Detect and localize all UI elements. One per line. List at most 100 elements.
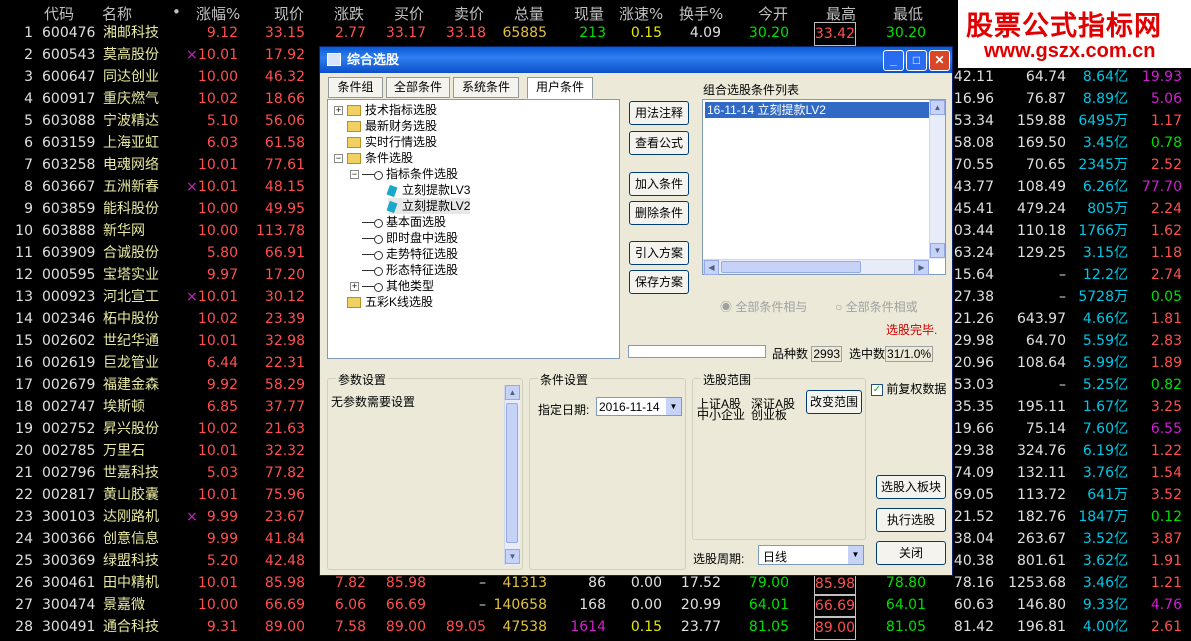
column-header[interactable]: 换手% (679, 3, 723, 24)
cell-price: 77.82 (264, 465, 305, 481)
tree-node-technical[interactable]: 技术指标选股 (347, 102, 437, 118)
list-item[interactable]: 16-11-14 立刻提款LV2 (705, 102, 929, 118)
column-header[interactable]: • (172, 3, 181, 21)
maximize-icon[interactable]: □ (906, 50, 927, 71)
scroll-down-icon[interactable]: ▼ (505, 549, 520, 564)
tree-node-realtime[interactable]: 实时行情选股 (347, 134, 437, 150)
cell-c13: 16.96 (953, 91, 994, 107)
cell-c15: 5.25亿 (1082, 377, 1128, 393)
cell-price: 56.06 (264, 113, 305, 129)
column-header[interactable]: 卖价 (454, 3, 484, 24)
column-header[interactable]: 买价 (394, 3, 424, 24)
cell-c15: 9.33亿 (1082, 597, 1128, 613)
tree-node-indicator-condition[interactable]: 指标条件选股 (362, 166, 458, 182)
dialog-titlebar[interactable]: 综合选股 _ □ ✕ (320, 47, 952, 73)
column-header[interactable]: 代码 (44, 3, 74, 24)
chevron-down-icon[interactable]: ▼ (848, 546, 863, 564)
column-header[interactable]: 最高 (826, 3, 856, 24)
cell-c13: 69.05 (953, 487, 994, 503)
cell-pct: 10.00 (197, 223, 238, 239)
tab-system-conditions[interactable]: 系统条件 (453, 77, 519, 98)
list-vscrollbar[interactable]: ▲ ▼ (929, 100, 945, 259)
column-header[interactable]: 涨跌 (334, 3, 364, 24)
column-header[interactable]: 现量 (574, 3, 604, 24)
node-icon (362, 282, 384, 292)
list-hscrollbar[interactable]: ◀ ▶ (703, 259, 929, 275)
tree-node-condition[interactable]: 条件选股 (347, 150, 413, 166)
condition-list[interactable]: 16-11-14 立刻提款LV2 ▲ ▼ ◀ ▶ (702, 99, 946, 275)
tree-node-trend[interactable]: 走势特征选股 (362, 246, 458, 262)
scroll-down-icon[interactable]: ▼ (930, 243, 945, 258)
cell-c13: 35.35 (953, 399, 994, 415)
tree-node-pattern[interactable]: 形态特征选股 (362, 262, 458, 278)
tab-all-conditions[interactable]: 全部条件 (386, 77, 450, 98)
column-header[interactable]: 名称 (102, 3, 132, 24)
column-header[interactable]: 今开 (758, 3, 788, 24)
add-condition-button[interactable]: 加入条件 (629, 172, 689, 196)
cell-name: 福建金森 (103, 377, 159, 393)
collapse-icon[interactable]: − (334, 154, 343, 163)
delete-condition-button[interactable]: 删除条件 (629, 201, 689, 225)
column-header[interactable]: 现价 (274, 3, 304, 24)
scroll-right-icon[interactable]: ▶ (914, 260, 929, 275)
scroll-up-icon[interactable]: ▲ (505, 385, 520, 400)
cell-name: 绿盟科技 (103, 553, 159, 569)
expand-icon[interactable]: + (334, 106, 343, 115)
condition-tree[interactable]: + 技术指标选股 最新财务选股 实时行情选股 − 条件选股 − 指标条件选股 立… (327, 99, 620, 359)
tree-node-kline[interactable]: 五彩K线选股 (347, 294, 433, 310)
save-plan-button[interactable]: 保存方案 (629, 270, 689, 294)
tree-node-intraday[interactable]: 即时盘中选股 (362, 230, 458, 246)
column-header[interactable]: 最低 (893, 3, 923, 24)
tab-user-conditions[interactable]: 用户条件 (527, 77, 593, 99)
date-picker[interactable]: 2016-11-14 ▼ (596, 397, 682, 416)
scroll-thumb[interactable] (506, 403, 518, 543)
scroll-thumb[interactable] (721, 261, 861, 273)
cell-low: 30.20 (885, 25, 926, 41)
cell-c16: 1.18 (1150, 245, 1182, 261)
table-row[interactable]: 28 300491 通合科技 9.31 89.00 7.58 89.00 89.05 47538… (0, 616, 1191, 640)
scroll-left-icon[interactable]: ◀ (704, 260, 719, 275)
cell-c15: 3.45亿 (1082, 135, 1128, 151)
table-row[interactable]: 27 300474 景嘉微 10.00 66.69 6.06 66.69 –140658 168… (0, 594, 1191, 618)
close-button[interactable]: 关闭 (876, 541, 946, 565)
view-formula-button[interactable]: 查看公式 (629, 131, 689, 155)
param-scrollbar[interactable]: ▲ ▼ (504, 385, 520, 565)
cell-pct: 5.20 (206, 553, 238, 569)
tab-condition-group[interactable]: 条件组 (328, 77, 383, 98)
collapse-icon[interactable]: − (350, 170, 359, 179)
cell-code: 600917 (42, 91, 96, 107)
expand-icon[interactable]: + (350, 282, 359, 291)
column-header[interactable]: 涨速% (619, 3, 663, 24)
tree-node-fundamental[interactable]: 基本面选股 (362, 214, 446, 230)
close-icon[interactable]: ✕ (929, 50, 950, 71)
minimize-icon[interactable]: _ (883, 50, 904, 71)
period-select[interactable]: 日线 ▼ (758, 545, 864, 565)
cell-c13: 21.26 (953, 311, 994, 327)
fq-checkbox[interactable]: ✓ 前复权数据 (871, 380, 946, 397)
cell-price: 23.39 (264, 311, 305, 327)
tree-node-lv2[interactable]: 立刻提款LV2 (386, 198, 471, 214)
import-plan-button[interactable]: 引入方案 (629, 241, 689, 265)
radio-and[interactable]: ◉ 全部条件相与 (720, 298, 807, 315)
column-header[interactable]: 涨幅% (196, 3, 240, 24)
cell-c15: 12.2亿 (1082, 267, 1128, 283)
cell-name: 田中精机 (103, 575, 159, 591)
chevron-down-icon[interactable]: ▼ (666, 398, 681, 415)
execute-button[interactable]: 执行选股 (876, 508, 946, 532)
cell-c13: 38.04 (953, 531, 994, 547)
cell-n: 28 (15, 619, 33, 635)
scroll-up-icon[interactable]: ▲ (930, 100, 945, 115)
column-header[interactable]: 总量 (514, 3, 544, 24)
usage-button[interactable]: 用法注释 (629, 101, 689, 125)
tree-node-financial[interactable]: 最新财务选股 (347, 118, 437, 134)
tree-node-other[interactable]: 其他类型 (362, 278, 434, 294)
cell-n: 20 (15, 443, 33, 459)
cell-c14: 1253.68 (1008, 575, 1066, 591)
to-block-button[interactable]: 选股入板块 (876, 475, 946, 499)
cell-c16: 77.70 (1141, 179, 1182, 195)
tree-node-lv3[interactable]: 立刻提款LV3 (386, 182, 470, 198)
cell-price: 42.48 (264, 553, 305, 569)
change-range-button[interactable]: 改变范围 (806, 390, 862, 414)
radio-or[interactable]: ○ 全部条件相或 (835, 298, 918, 315)
cell-open: 81.05 (748, 619, 789, 635)
